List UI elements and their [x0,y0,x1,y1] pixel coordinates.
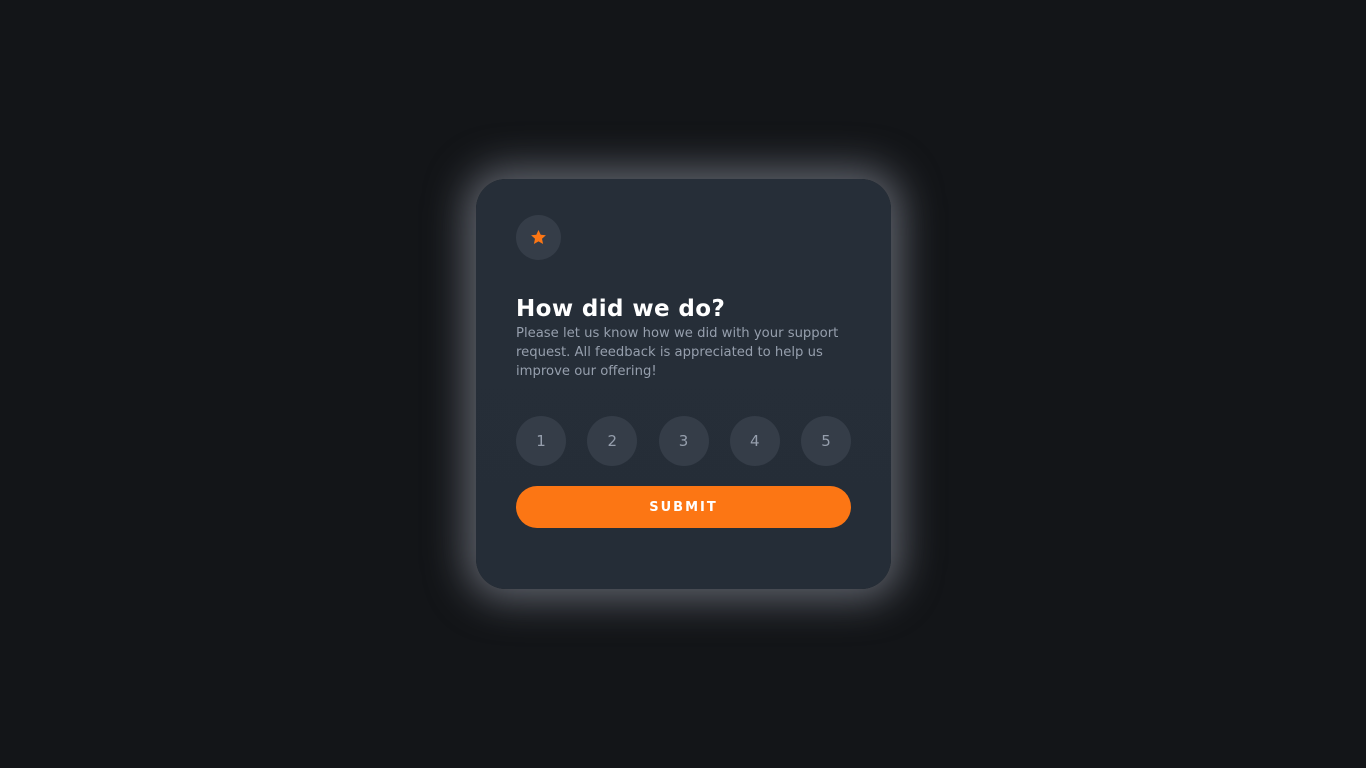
star-icon [531,230,546,244]
card-title: How did we do? [516,296,726,322]
rating-option-5[interactable]: 5 [801,416,851,466]
rating-options: 1 2 3 4 5 [516,416,851,466]
card-description: Please let us know how we did with your … [516,326,839,379]
star-badge [516,215,561,260]
rating-option-3[interactable]: 3 [658,416,709,466]
rating-option-4[interactable]: 4 [729,416,780,466]
rating-option-2[interactable]: 2 [587,416,638,466]
rating-option-1[interactable]: 1 [516,416,566,466]
rating-card: How did we do? Please let us know how we… [476,179,891,589]
submit-button[interactable]: SUBMIT [516,486,851,528]
